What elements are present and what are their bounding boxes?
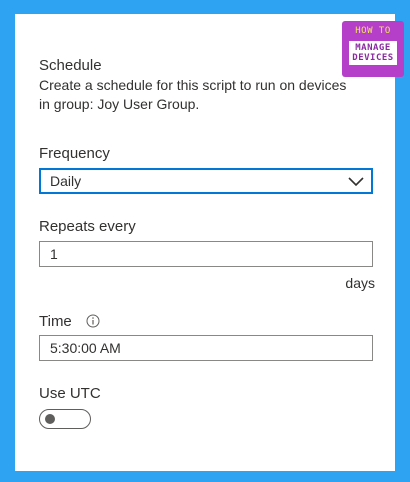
toggle-knob: [45, 414, 55, 424]
schedule-panel: HOW TO MANAGE DEVICES Schedule Create a …: [15, 14, 404, 471]
repeats-every-value: 1: [50, 246, 58, 262]
how-to-manage-devices-logo: HOW TO MANAGE DEVICES: [342, 21, 404, 77]
logo-line-2: MANAGE: [355, 43, 391, 53]
repeats-every-input[interactable]: 1: [39, 241, 373, 267]
schedule-heading: Schedule: [39, 57, 102, 74]
frequency-selected-value: Daily: [50, 173, 82, 189]
logo-line-3: DEVICES: [352, 53, 394, 63]
logo-line-1: HOW TO: [355, 26, 391, 36]
logo-box: MANAGE DEVICES: [349, 41, 397, 65]
use-utc-toggle[interactable]: [39, 409, 91, 429]
time-input[interactable]: 5:30:00 AM: [39, 335, 373, 361]
schedule-description: Create a schedule for this script to run…: [39, 77, 347, 112]
time-value: 5:30:00 AM: [50, 340, 121, 356]
info-icon[interactable]: [86, 314, 100, 328]
frequency-label: Frequency: [39, 145, 110, 162]
days-suffix: days: [345, 275, 375, 291]
use-utc-label: Use UTC: [39, 385, 101, 402]
repeats-every-label: Repeats every: [39, 218, 136, 235]
chevron-down-icon: [348, 177, 364, 187]
frequency-dropdown[interactable]: Daily: [39, 168, 373, 194]
time-label: Time: [39, 313, 72, 330]
